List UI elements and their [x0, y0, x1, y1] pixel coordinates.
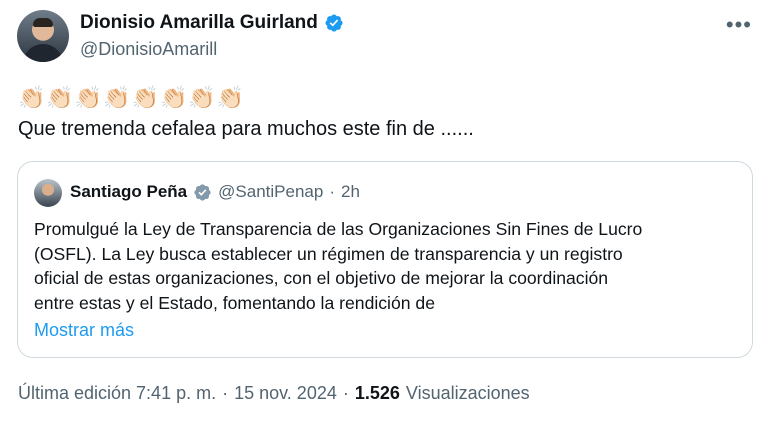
quoted-text-line: entre estas y el Estado, fomentando la r…	[34, 292, 435, 313]
avatar-hair	[33, 18, 53, 27]
separator-dot: ·	[222, 383, 229, 403]
quoted-text-line: (OSFL). La Ley busca establecer un régim…	[34, 243, 623, 264]
views-label: Visualizaciones	[405, 383, 530, 403]
show-more-link[interactable]: Mostrar más	[34, 320, 134, 341]
views-count: 1.526	[354, 383, 400, 403]
quoted-text-line: Promulgué la Ley de Transparencia de las…	[34, 219, 643, 239]
tweet-date[interactable]: 15 nov. 2024	[234, 383, 337, 404]
quoted-text-line: oficial de estas organizaciones, con el …	[34, 268, 609, 288]
verified-gray-badge-icon	[194, 183, 211, 201]
quoted-tweet-card[interactable]: Santiago Peña @SantiPenap · 2h Promulgué…	[17, 161, 753, 358]
quoted-tweet-text: Promulgué la Ley de Transparencia de las…	[34, 217, 734, 315]
quoted-author-handle[interactable]: @SantiPenap	[218, 182, 323, 202]
quoted-author-avatar[interactable]	[34, 179, 62, 207]
avatar-suit	[23, 44, 63, 62]
author-avatar[interactable]	[17, 10, 69, 62]
quoted-tweet-time[interactable]: 2h	[341, 182, 360, 202]
tweet-meta: Última edición 7:41 p. m. · 15 nov. 2024…	[18, 383, 530, 404]
author-name[interactable]: Dionisio Amarilla Guirland	[80, 12, 318, 34]
tweet-text: Que tremenda cefalea para muchos este fi…	[18, 118, 474, 140]
quoted-author-name[interactable]: Santiago Peña	[70, 182, 187, 202]
verified-badge-icon	[325, 14, 343, 32]
edited-timestamp[interactable]: Última edición 7:41 p. m.	[18, 383, 216, 404]
more-horizontal-icon[interactable]: •••	[726, 12, 752, 38]
tweet-emojis: 👏🏻👏🏻👏🏻👏🏻👏🏻👏🏻👏🏻👏🏻	[18, 85, 246, 110]
author-name-row[interactable]: Dionisio Amarilla Guirland	[80, 12, 344, 34]
separator-dot: ·	[329, 182, 335, 201]
author-handle[interactable]: @DionisioAmarill	[80, 39, 217, 60]
separator-dot: ·	[342, 383, 349, 403]
quoted-tweet-header: Santiago Peña @SantiPenap · 2h	[70, 182, 360, 202]
